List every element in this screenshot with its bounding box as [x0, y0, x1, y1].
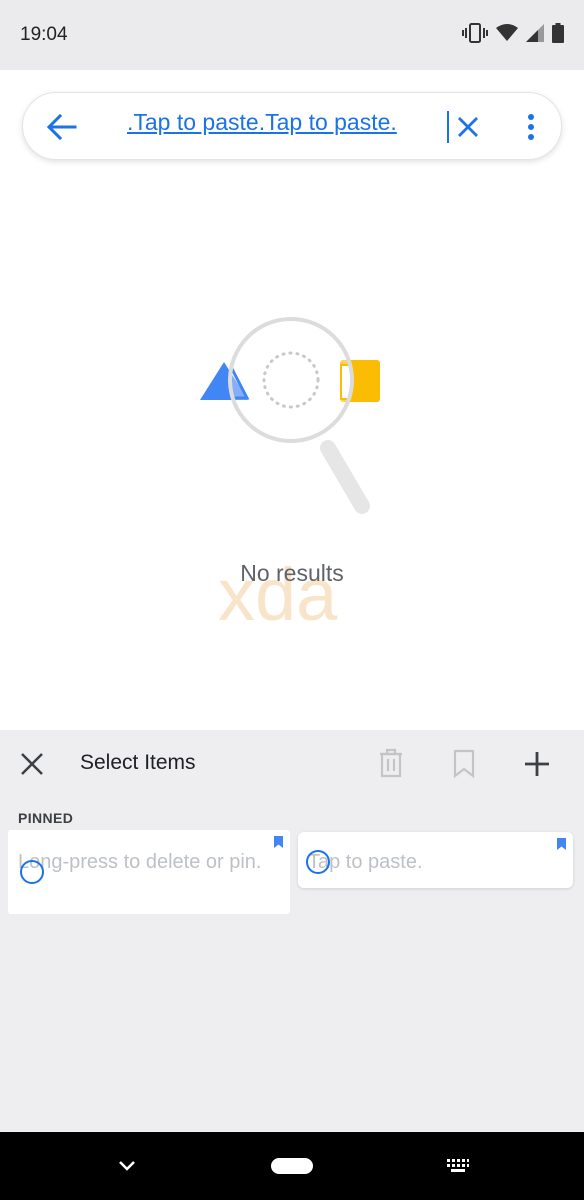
no-results-illustration	[200, 317, 380, 514]
add-icon[interactable]	[522, 749, 552, 779]
select-checkbox[interactable]	[20, 860, 44, 884]
panel-header: Select Items	[0, 730, 584, 796]
no-results-text: No results	[240, 560, 344, 586]
clipboard-item-text: Long-press to delete or pin.	[18, 851, 262, 873]
status-icons	[462, 22, 564, 44]
clipboard-item[interactable]: Tap to paste.	[298, 832, 573, 888]
navigation-bar	[0, 1132, 584, 1200]
nav-home-pill[interactable]	[271, 1158, 313, 1174]
pin-icon	[274, 836, 283, 848]
delete-icon[interactable]	[378, 748, 404, 778]
clipboard-panel: Select Items PINNED Long-press to delete…	[0, 730, 584, 1132]
vibrate-icon	[462, 23, 488, 43]
search-input[interactable]: .Tap to paste.Tap to paste.	[127, 109, 447, 145]
close-icon[interactable]	[20, 752, 44, 776]
more-vert-icon[interactable]	[521, 111, 541, 143]
pin-icon	[557, 838, 566, 850]
back-arrow-icon[interactable]	[45, 111, 79, 143]
wifi-icon	[496, 24, 518, 41]
keyboard-icon[interactable]	[446, 1158, 470, 1174]
clipboard-item-text: Tap to paste.	[308, 851, 423, 873]
clear-icon[interactable]	[453, 112, 483, 142]
status-bar: 19:04	[0, 0, 584, 70]
signal-icon	[526, 24, 544, 42]
battery-icon	[552, 23, 564, 43]
text-cursor	[447, 111, 449, 143]
panel-title: Select Items	[80, 751, 196, 774]
clipboard-item[interactable]: Long-press to delete or pin.	[8, 830, 290, 914]
search-bar: .Tap to paste.Tap to paste.	[22, 92, 562, 160]
nav-back-icon[interactable]	[118, 1160, 136, 1172]
status-time: 19:04	[20, 24, 68, 45]
select-checkbox[interactable]	[306, 850, 330, 874]
pinned-section-label: PINNED	[18, 810, 74, 826]
bookmark-icon[interactable]	[452, 749, 476, 779]
search-query-text: .Tap to paste.Tap to paste.	[127, 109, 397, 135]
